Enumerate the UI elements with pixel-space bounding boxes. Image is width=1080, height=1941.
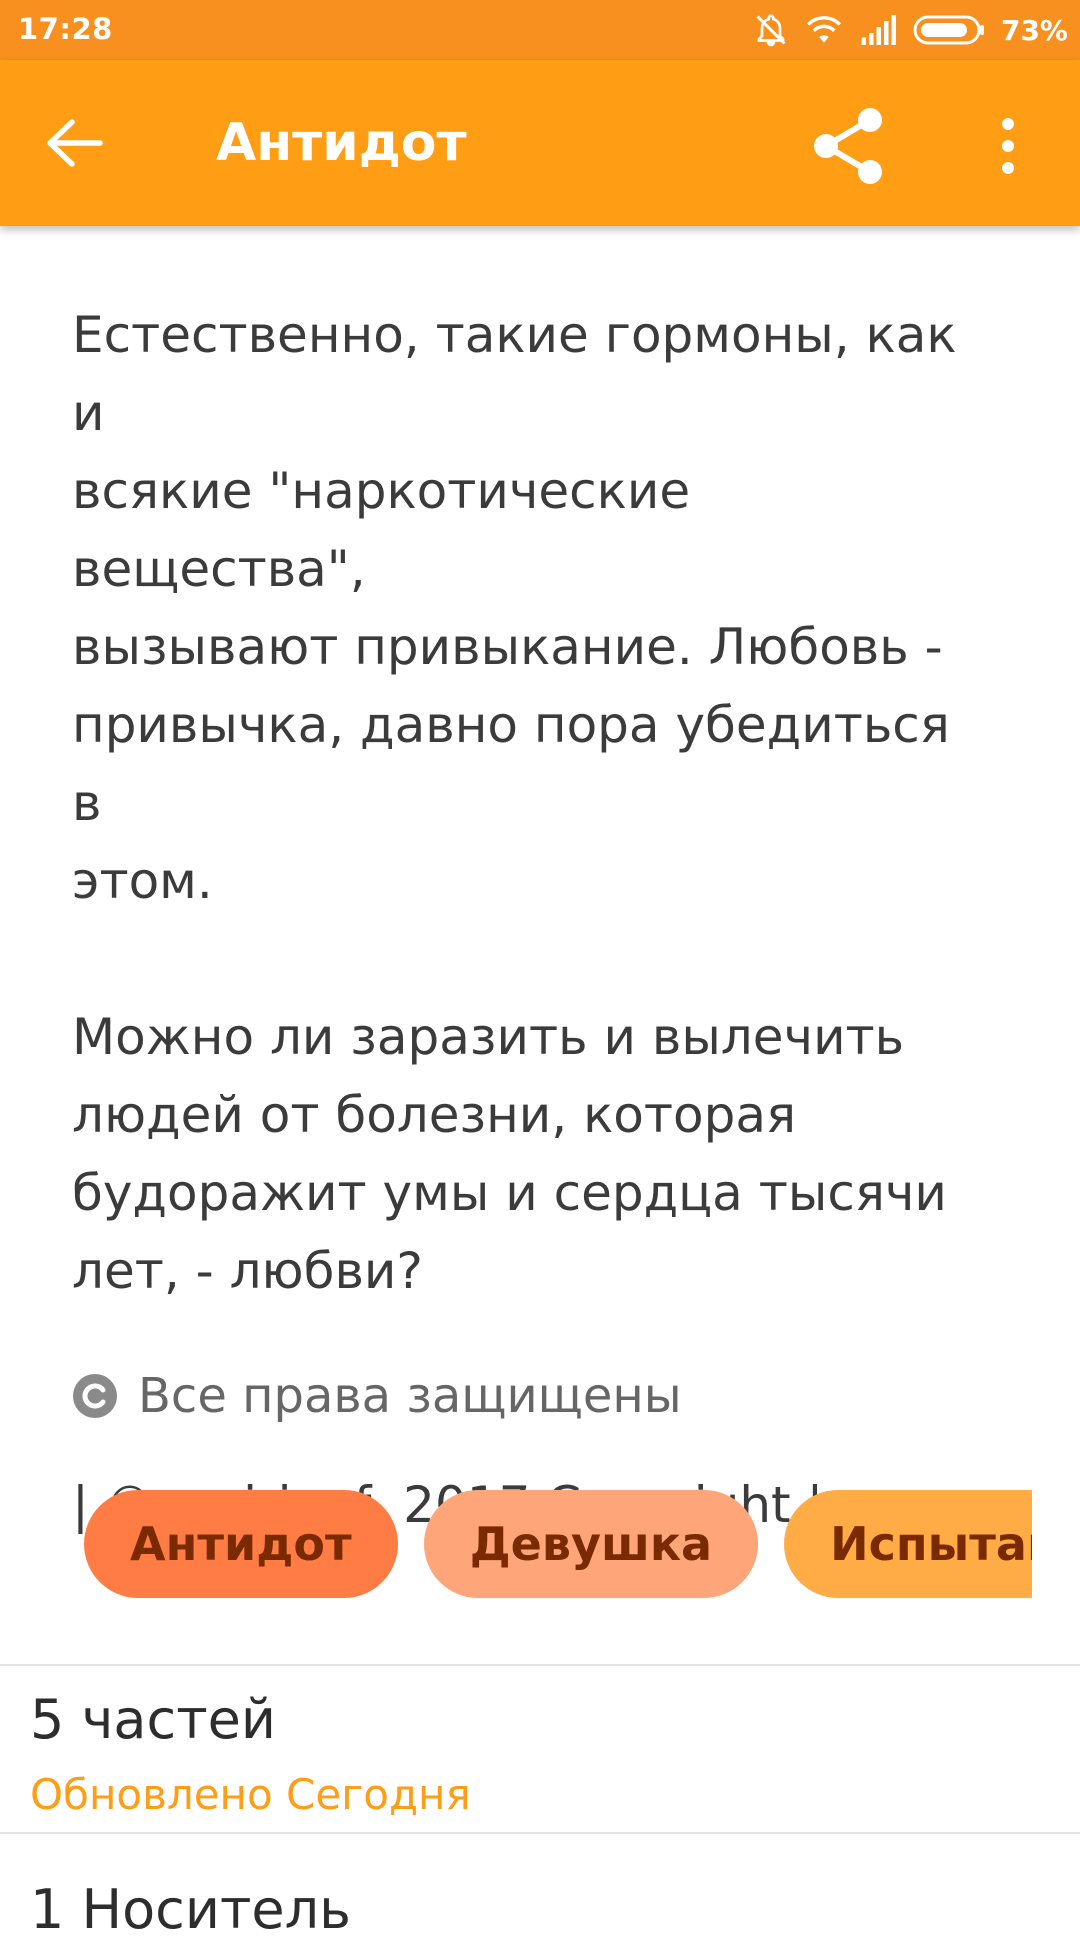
more-options-button[interactable] bbox=[990, 116, 1026, 176]
divider bbox=[0, 1832, 1080, 1834]
more-vert-icon bbox=[1002, 118, 1014, 174]
app-title: Антидот bbox=[216, 113, 467, 173]
back-button[interactable] bbox=[44, 110, 124, 176]
app-bar: Антидот bbox=[0, 60, 1080, 226]
tags-row: Антидот Девушка Испытания bbox=[84, 1490, 1032, 1598]
part-list-item[interactable]: 1 Носитель bbox=[30, 1878, 351, 1941]
rights-notice: Все права защищены bbox=[72, 1366, 682, 1426]
parts-count[interactable]: 5 частей bbox=[30, 1688, 276, 1751]
mute-icon bbox=[756, 14, 786, 47]
status-time: 17:28 bbox=[18, 12, 113, 46]
share-button[interactable] bbox=[806, 104, 890, 188]
story-text: Естественно, такие гормоны, как и всякие… bbox=[72, 296, 992, 1544]
divider bbox=[0, 1664, 1080, 1666]
parts-updated: Обновлено Сегодня bbox=[30, 1770, 471, 1819]
tag-chip[interactable]: Антидот bbox=[84, 1490, 398, 1598]
copyright-icon bbox=[73, 1374, 117, 1418]
wifi-icon bbox=[806, 16, 842, 43]
tag-chip[interactable]: Испытания bbox=[784, 1490, 1032, 1598]
signal-icon bbox=[861, 15, 896, 45]
share-icon bbox=[814, 108, 882, 184]
back-arrow-icon bbox=[47, 119, 103, 167]
status-bar: 17:28 73% bbox=[0, 0, 1080, 60]
story-paragraph: Естественно, такие гормоны, как и всякие… bbox=[72, 306, 957, 910]
battery-percent: 73% bbox=[1000, 13, 1068, 47]
story-paragraph: Можно ли заразить и вылечить людей от бо… bbox=[72, 1008, 947, 1300]
battery-icon bbox=[913, 15, 984, 45]
tag-chip[interactable]: Девушка bbox=[423, 1490, 759, 1598]
status-icons: 73% bbox=[753, 10, 1068, 50]
rights-label: Все права защищены bbox=[138, 1368, 682, 1424]
